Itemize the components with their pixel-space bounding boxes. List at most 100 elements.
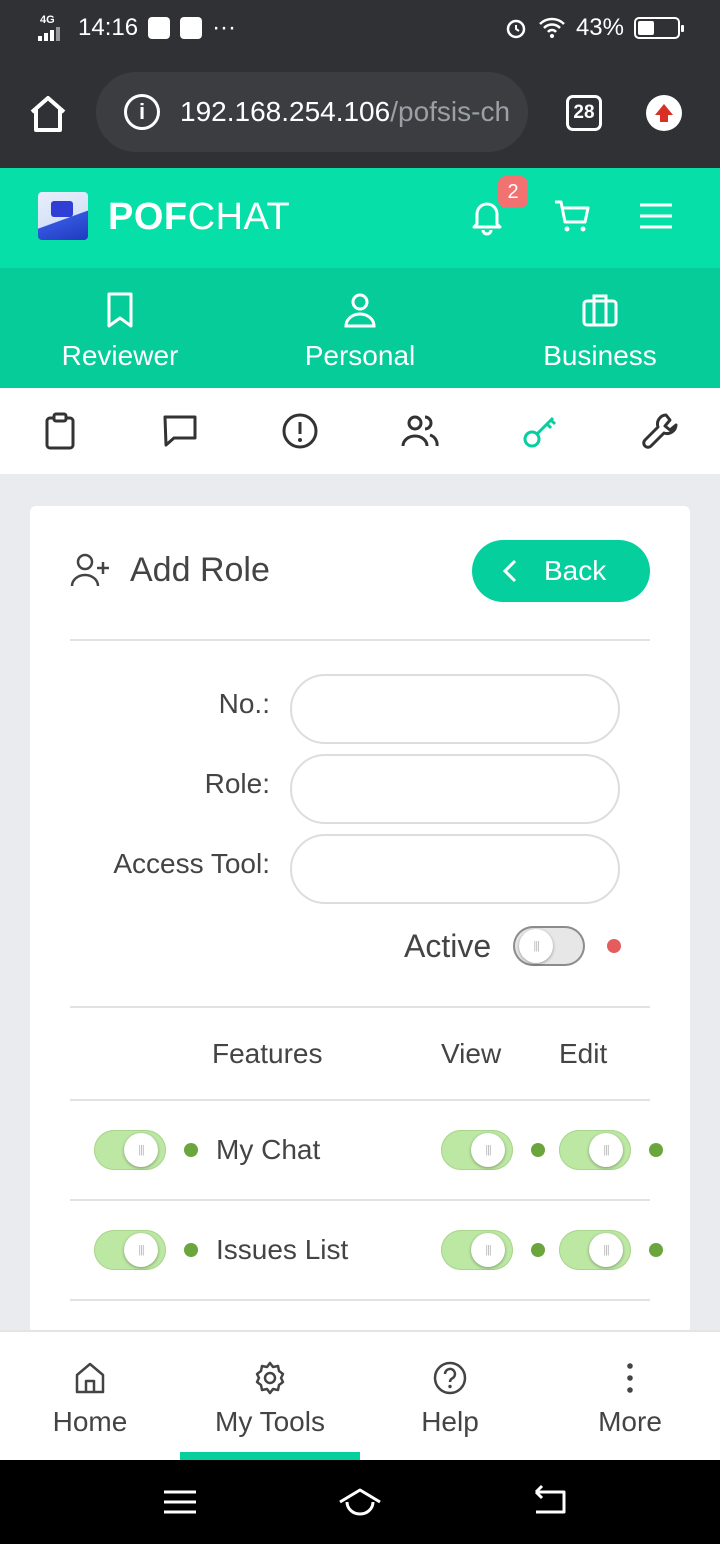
back-button[interactable]: Back bbox=[472, 540, 650, 602]
nav-label: More bbox=[598, 1406, 662, 1437]
notification-badge: 2 bbox=[498, 176, 528, 208]
browser-home-icon[interactable] bbox=[24, 90, 72, 138]
form-row-role: Role: bbox=[30, 754, 690, 824]
tool-users[interactable] bbox=[360, 388, 480, 474]
key-icon bbox=[523, 416, 557, 448]
chevron-left-icon bbox=[502, 559, 517, 583]
nav-my-tools[interactable]: My Tools bbox=[180, 1332, 360, 1460]
nav-label: Home bbox=[52, 1406, 128, 1437]
system-nav-bar bbox=[0, 1460, 720, 1544]
chat-icon bbox=[163, 415, 197, 447]
nav-help[interactable]: Help bbox=[360, 1332, 540, 1460]
toggle-knob: ||| bbox=[471, 1233, 505, 1267]
alert-icon bbox=[282, 413, 318, 449]
category-business[interactable]: Business bbox=[480, 268, 720, 388]
feature-name: My Chat bbox=[216, 1134, 321, 1165]
access-tool-label: Access Tool: bbox=[113, 848, 270, 879]
toggle-knob: ||| bbox=[589, 1133, 623, 1167]
category-label: Personal bbox=[304, 340, 416, 371]
table-row: ||| Issues List ||| ||| bbox=[30, 1220, 690, 1280]
signal-icon: 4G bbox=[38, 15, 68, 41]
divider bbox=[70, 639, 650, 641]
app-logo[interactable] bbox=[38, 192, 88, 240]
category-personal[interactable]: Personal bbox=[240, 268, 480, 388]
system-home-icon[interactable] bbox=[338, 1482, 382, 1522]
cart-icon[interactable] bbox=[552, 196, 592, 236]
status-dot bbox=[649, 1143, 663, 1157]
access-tool-field[interactable] bbox=[290, 834, 620, 904]
bookmark-icon bbox=[107, 292, 133, 328]
category-bar: Reviewer Personal Business bbox=[0, 268, 720, 388]
active-toggle[interactable]: ||| bbox=[513, 926, 586, 966]
status-time: 14:16 bbox=[78, 14, 139, 41]
battery-icon bbox=[634, 17, 684, 39]
update-icon[interactable] bbox=[646, 95, 682, 131]
edit-toggle[interactable]: ||| bbox=[559, 1130, 631, 1170]
toggle-knob: ||| bbox=[471, 1133, 505, 1167]
more-status-icon: ··· bbox=[212, 14, 237, 41]
tool-clipboard[interactable] bbox=[0, 388, 120, 474]
view-header: View bbox=[441, 1038, 502, 1069]
bottom-nav: Home My Tools Help More bbox=[0, 1330, 720, 1460]
toggle-knob: ||| bbox=[519, 929, 554, 963]
divider bbox=[70, 1099, 650, 1101]
battery-percent: 43% bbox=[575, 14, 624, 41]
feature-toggle[interactable]: ||| bbox=[94, 1230, 166, 1270]
brand-bold: POF bbox=[108, 196, 188, 238]
user-icon bbox=[344, 293, 376, 328]
system-back-icon[interactable] bbox=[528, 1482, 572, 1522]
recents-icon[interactable] bbox=[158, 1482, 202, 1522]
tools-toolbar bbox=[0, 388, 720, 474]
status-dot bbox=[649, 1243, 663, 1257]
nav-home[interactable]: Home bbox=[0, 1332, 180, 1460]
tool-issues[interactable] bbox=[240, 388, 360, 474]
feature-toggle[interactable]: ||| bbox=[94, 1130, 166, 1170]
toggle-knob: ||| bbox=[589, 1233, 623, 1267]
app-brand[interactable]: POFCHAT bbox=[108, 196, 290, 239]
url-path: /pofsis-ch bbox=[390, 96, 510, 127]
tool-chat[interactable] bbox=[120, 388, 240, 474]
table-row: ||| My Chat ||| ||| bbox=[30, 1120, 690, 1180]
form-row-no: No.: bbox=[30, 674, 690, 744]
users-icon bbox=[401, 415, 439, 447]
url-text[interactable]: 192.168.254.106/pofsis-ch bbox=[180, 96, 510, 128]
info-icon[interactable]: i bbox=[124, 94, 160, 130]
help-icon bbox=[433, 1361, 467, 1395]
status-dot bbox=[184, 1243, 198, 1257]
user-plus-icon bbox=[70, 553, 109, 587]
network-type: 4G bbox=[40, 14, 55, 26]
divider bbox=[70, 1006, 650, 1008]
role-label: Role: bbox=[204, 768, 270, 799]
view-toggle[interactable]: ||| bbox=[441, 1130, 513, 1170]
toggle-knob: ||| bbox=[124, 1133, 158, 1167]
view-toggle[interactable]: ||| bbox=[441, 1230, 513, 1270]
role-field[interactable] bbox=[290, 754, 620, 824]
more-vertical-icon bbox=[627, 1363, 633, 1393]
form-row-access-tool: Access Tool: bbox=[30, 834, 690, 904]
nav-more[interactable]: More bbox=[540, 1332, 720, 1460]
edit-toggle[interactable]: ||| bbox=[559, 1230, 631, 1270]
nav-label: My Tools bbox=[215, 1406, 325, 1437]
wrench-icon bbox=[642, 413, 678, 449]
address-bar[interactable]: i 192.168.254.106/pofsis-ch bbox=[96, 72, 528, 152]
alarm-icon bbox=[506, 19, 526, 39]
tab-switcher-button[interactable]: 28 bbox=[566, 95, 602, 131]
status-bar: 4G 14:16 ··· 43% bbox=[0, 0, 720, 58]
category-reviewer[interactable]: Reviewer bbox=[0, 268, 240, 388]
youtube-icon bbox=[180, 17, 203, 39]
menu-icon[interactable] bbox=[636, 196, 676, 236]
category-label: Business bbox=[543, 340, 657, 371]
no-field[interactable] bbox=[290, 674, 620, 744]
home-icon bbox=[75, 1362, 105, 1394]
app-header: POFCHAT bbox=[0, 168, 720, 268]
status-dot bbox=[184, 1143, 198, 1157]
features-header: Features bbox=[212, 1038, 323, 1069]
add-role-card: Add Role Back No.: Role: Access Tool: Ac… bbox=[30, 506, 690, 1346]
gear-icon bbox=[255, 1361, 285, 1395]
clipboard-icon bbox=[45, 412, 75, 450]
card-title-text: Add Role bbox=[130, 550, 270, 589]
tool-settings[interactable] bbox=[600, 388, 720, 474]
active-row: Active ||| bbox=[404, 926, 622, 966]
notification-icon bbox=[148, 17, 171, 39]
tool-roles[interactable] bbox=[480, 388, 600, 474]
